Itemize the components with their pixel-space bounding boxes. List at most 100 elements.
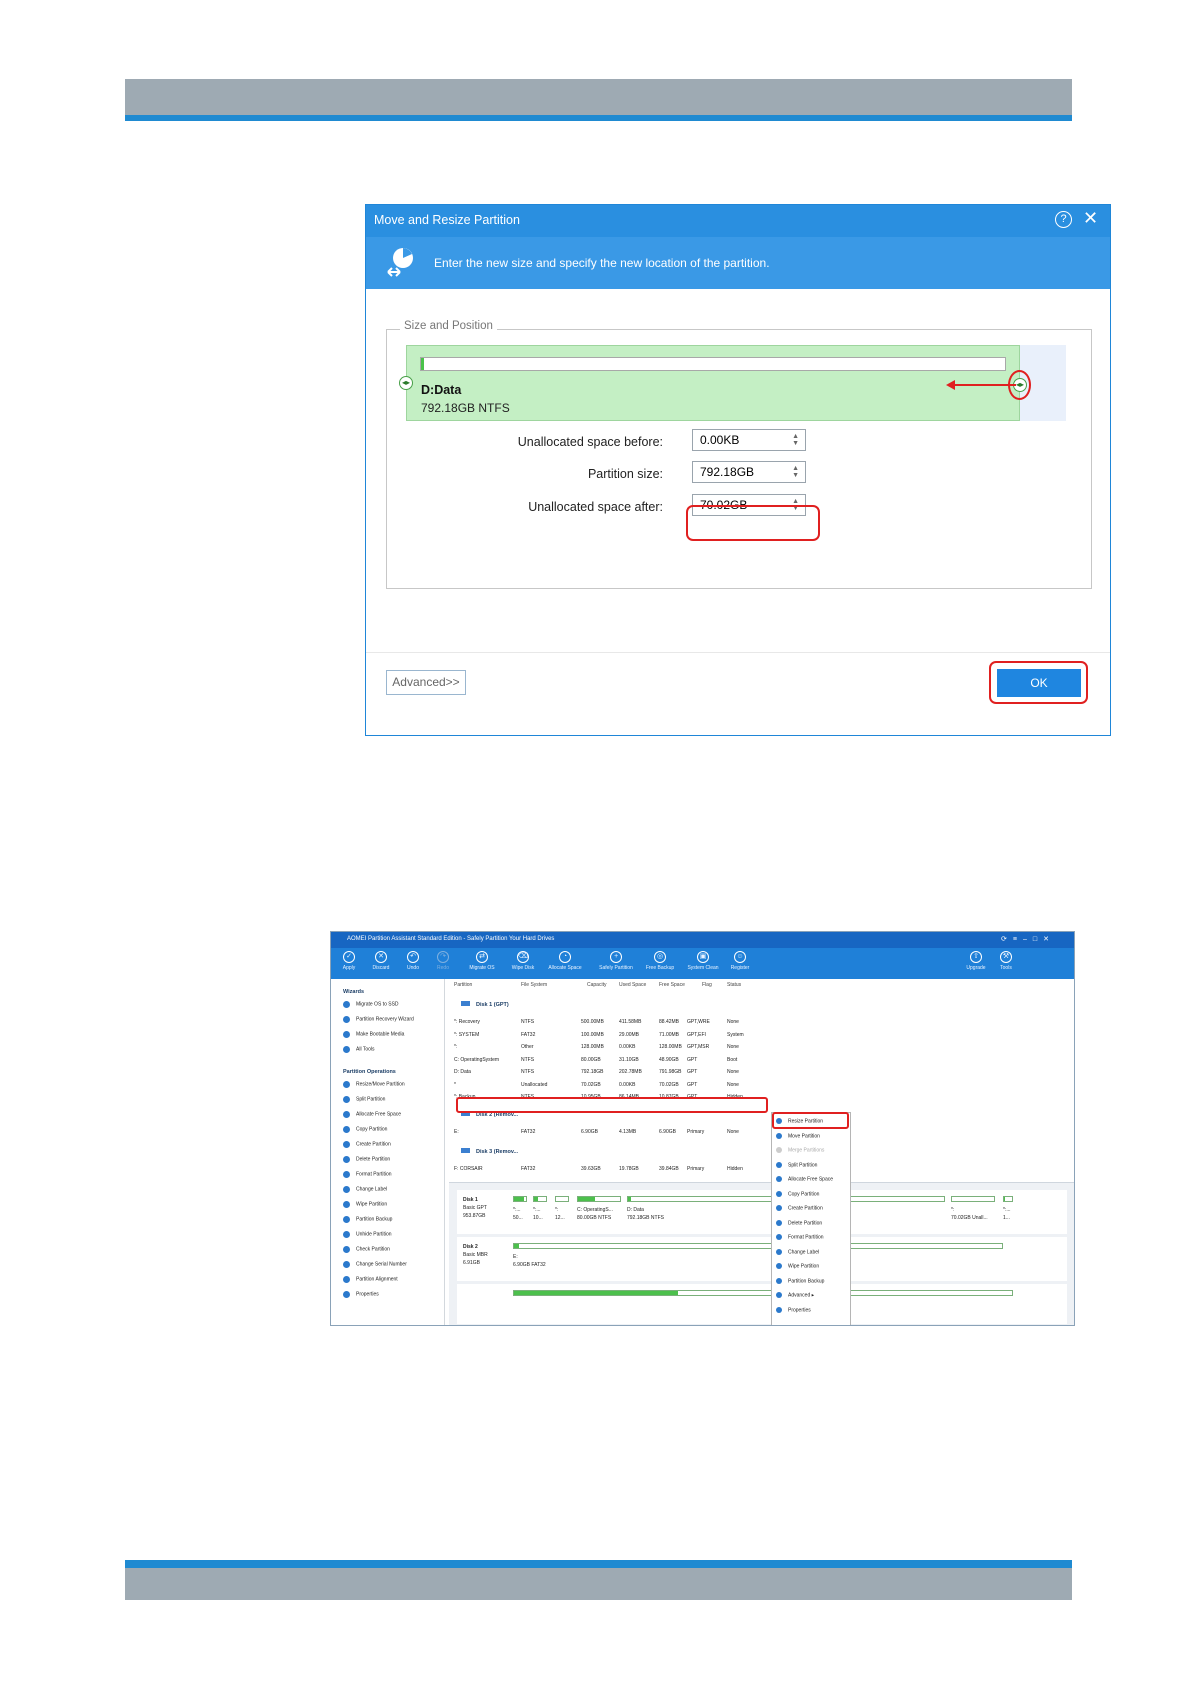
menu-item-icon: [776, 1161, 782, 1168]
disk2-map[interactable]: Disk 2 Basic MBR 6.91GB E: 6.90GB FAT32: [457, 1237, 1067, 1281]
context-menu-item[interactable]: Properties: [776, 1306, 811, 1313]
op-item[interactable]: Copy Partition: [343, 1126, 387, 1133]
close-icon[interactable]: ✕: [1083, 208, 1098, 229]
system-clean-button[interactable]: ▣ System Clean: [683, 948, 723, 971]
table-cell: Boot: [727, 1056, 738, 1063]
free-backup-button[interactable]: ◎ Free Backup: [643, 948, 677, 971]
context-menu-item[interactable]: Copy Partition: [776, 1190, 819, 1197]
discard-icon: ✕: [375, 951, 387, 963]
context-menu-item[interactable]: Format Partition: [776, 1234, 824, 1240]
table-cell: GPT: [687, 1069, 698, 1075]
disk-header[interactable]: Disk 3 (Remov...: [461, 1148, 518, 1155]
table-cell: 791.98GB: [659, 1069, 682, 1075]
disk3-map[interactable]: [457, 1284, 1067, 1324]
disk-map: Disk 1 Basic GPT 953.87GB *:... 50... *:..…: [449, 1182, 1074, 1325]
register-button[interactable]: ☺ Register: [727, 948, 753, 971]
disk1-partition-block[interactable]: *:... 1...: [1003, 1196, 1013, 1228]
menu-item-icon: [776, 1306, 782, 1313]
redo-button[interactable]: ↷ Redo: [431, 948, 455, 971]
op-item[interactable]: Resize/Move Partition: [343, 1081, 405, 1088]
table-cell: 70.02GB: [659, 1081, 679, 1088]
help-icon[interactable]: ?: [1055, 211, 1072, 228]
table-cell: *: [454, 1081, 456, 1088]
drag-arrow: [954, 384, 1016, 386]
disk3-partition-block[interactable]: [513, 1290, 1013, 1322]
op-item[interactable]: Allocate Free Space: [343, 1111, 401, 1118]
table-cell: FAT32: [521, 1129, 536, 1135]
disk1-partition-block[interactable]: *: 12...: [555, 1196, 569, 1228]
op-item[interactable]: Properties: [343, 1291, 379, 1298]
context-menu-item[interactable]: Partition Backup: [776, 1277, 824, 1284]
disk2-partition-block[interactable]: E: 6.90GB FAT32: [513, 1243, 1003, 1275]
table-cell: D: Data: [454, 1069, 471, 1075]
table-cell: GPT,MSR: [687, 1044, 710, 1050]
spin-arrows-icon[interactable]: ▲ ▼: [792, 465, 799, 479]
op-item[interactable]: Check Partition: [343, 1246, 390, 1253]
wizard-icon: [343, 1016, 350, 1023]
backup-icon: ◎: [654, 951, 666, 963]
op-item[interactable]: Wipe Partition: [343, 1201, 387, 1208]
spin-arrows-icon[interactable]: ▲ ▼: [792, 433, 799, 447]
table-cell: 4.13MB: [619, 1129, 637, 1135]
page-header-rule: [125, 115, 1072, 121]
disk-header[interactable]: Disk 1 (GPT): [461, 1001, 509, 1008]
table-cell: Primary: [687, 1166, 705, 1172]
aomei-title: AOMEI Partition Assistant Standard Editi…: [347, 936, 555, 942]
left-resize-handle[interactable]: ◂▸: [399, 376, 413, 390]
context-menu-item[interactable]: Delete Partition: [776, 1219, 822, 1226]
op-item[interactable]: Change Serial Number: [343, 1261, 407, 1268]
disk1-partition-block[interactable]: C: OperatingS... 80.00GB NTFS: [577, 1196, 621, 1228]
allocate-icon: ◔: [559, 951, 571, 963]
tools-button[interactable]: ⚒ Tools: [995, 948, 1017, 971]
apply-button[interactable]: ✓ Apply: [337, 948, 361, 971]
table-cell: None: [727, 1044, 739, 1050]
context-menu-item[interactable]: Change Label: [776, 1248, 819, 1255]
context-menu-item[interactable]: Allocate Free Space: [776, 1176, 833, 1182]
table-cell: Hidden: [727, 1166, 743, 1172]
table-cell: None: [727, 1019, 739, 1025]
discard-button[interactable]: ✕ Discard: [369, 948, 393, 971]
op-item[interactable]: Change Label: [343, 1186, 387, 1193]
wizard-item[interactable]: Migrate OS to SSD: [343, 1001, 399, 1008]
disk1-map[interactable]: Disk 1 Basic GPT 953.87GB *:... 50... *:..…: [457, 1190, 1067, 1234]
wipe-disk-button[interactable]: ⌫ Wipe Disk: [509, 948, 537, 971]
op-item[interactable]: Split Partition: [343, 1096, 385, 1103]
context-menu-item[interactable]: Split Partition: [776, 1161, 817, 1168]
disk1-partition-block[interactable]: *:... 10...: [533, 1196, 547, 1228]
upgrade-icon: ⇧: [970, 951, 982, 963]
advanced-button[interactable]: Advanced>>: [386, 670, 466, 695]
backup-row-highlight: [456, 1097, 768, 1113]
op-item[interactable]: Unhide Partition: [343, 1231, 392, 1238]
col-header: Capacity: [587, 982, 607, 988]
user-icon: ☺: [734, 951, 746, 963]
context-menu-item[interactable]: Move Partition: [776, 1132, 820, 1139]
table-cell: 6.90GB: [581, 1129, 598, 1135]
context-menu-item[interactable]: Wipe Partition: [776, 1263, 819, 1269]
unalloc-before-input[interactable]: 0.00KB ▲ ▼: [692, 429, 806, 451]
undo-button[interactable]: ↶ Undo: [401, 948, 425, 971]
wizard-item[interactable]: All Tools: [343, 1046, 375, 1053]
partition-size-input[interactable]: 792.18GB ▲ ▼: [692, 461, 806, 483]
disk1-partition-block[interactable]: *: 70.02GB Unall...: [951, 1196, 995, 1228]
disk1-partition-block[interactable]: *:... 50...: [513, 1196, 527, 1228]
context-menu-item[interactable]: Create Partition: [776, 1205, 823, 1211]
op-item[interactable]: Partition Alignment: [343, 1276, 398, 1283]
context-menu-item[interactable]: Advanced ▸: [776, 1292, 814, 1298]
op-item[interactable]: Partition Backup: [343, 1216, 392, 1223]
allocate-space-button[interactable]: ◔ Allocate Space: [545, 948, 585, 971]
migrate-os-button[interactable]: ⇄ Migrate OS: [467, 948, 497, 971]
safely-partition-button[interactable]: + Safely Partition: [595, 948, 637, 971]
op-item[interactable]: Delete Partition: [343, 1156, 390, 1163]
table-cell: None: [727, 1069, 739, 1075]
wizard-item[interactable]: Make Bootable Media: [343, 1031, 404, 1038]
op-icon: [343, 1261, 350, 1268]
menu-item-icon: [776, 1263, 782, 1269]
wizard-item[interactable]: Partition Recovery Wizard: [343, 1016, 414, 1023]
op-item[interactable]: Create Partition: [343, 1141, 391, 1148]
context-menu-item[interactable]: Merge Partitions: [776, 1147, 824, 1153]
op-item[interactable]: Format Partition: [343, 1171, 392, 1178]
aomei-sidebar: Wizards Migrate OS to SSD Partition Reco…: [331, 979, 445, 1325]
table-cell: 128.00MB: [581, 1044, 604, 1050]
window-controls-icon[interactable]: ⟳≡–□✕: [1001, 935, 1055, 943]
upgrade-button[interactable]: ⇧ Upgrade: [963, 948, 989, 971]
